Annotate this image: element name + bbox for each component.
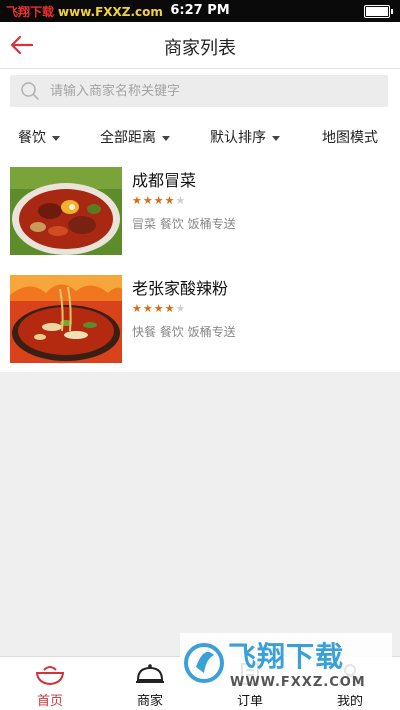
status-time: 6:27 PM: [170, 3, 230, 18]
filter-bar: 餐饮 全部距离 默认排序 地图模式: [0, 117, 400, 157]
battery-icon: [364, 5, 393, 18]
tab-home-label: 首页: [36, 694, 63, 709]
filter-category-label: 餐饮: [18, 130, 46, 146]
merchant-name: 成都冒菜: [132, 171, 197, 190]
tab-home[interactable]: 首页: [0, 657, 100, 710]
app-header: 商家列表: [0, 22, 400, 69]
merchant-tags: 冒菜 餐饮 饭桶专送: [132, 217, 236, 231]
star-empty-icon: ★: [175, 194, 187, 207]
star-filled-icon: ★: [142, 194, 154, 207]
filter-distance[interactable]: 全部距离: [100, 127, 170, 147]
search-box: [10, 75, 388, 107]
cloche-icon: [136, 664, 164, 683]
star-filled-icon: ★: [153, 194, 165, 207]
watermark-title: 飞翔下载: [228, 640, 345, 673]
merchant-thumbnail: [10, 167, 122, 255]
maocai-dish-image: [10, 167, 122, 255]
bowl-icon: [35, 666, 65, 686]
map-mode-label: 地图模式: [322, 130, 378, 146]
caret-down-icon: [272, 135, 280, 141]
site-watermark: 飞翔下载 WWW.FXXZ.COM: [180, 633, 392, 695]
merchant-thumbnail: [10, 275, 122, 363]
star-filled-icon: ★: [132, 302, 143, 315]
merchant-name: 老张家酸辣粉: [132, 279, 229, 298]
merchant-item-suanlafen[interactable]: 老张家酸辣粉 ★★★★★ 快餐 餐饮 饭桶专送: [0, 265, 400, 369]
filter-distance-label: 全部距离: [100, 130, 156, 146]
star-filled-icon: ★: [132, 194, 143, 207]
filter-sort[interactable]: 默认排序: [210, 127, 280, 147]
status-bar: 飞翔下载 www.FXXZ.com 6:27 PM: [0, 0, 400, 22]
star-empty-icon: ★: [175, 302, 187, 315]
rating-stars: ★★★★★: [132, 302, 186, 315]
star-filled-icon: ★: [142, 302, 154, 315]
star-filled-icon: ★: [164, 194, 176, 207]
caret-down-icon: [52, 135, 60, 141]
star-filled-icon: ★: [153, 302, 165, 315]
watermark-url: WWW.FXXZ.COM: [230, 675, 366, 690]
search-input[interactable]: [50, 75, 370, 107]
rating-stars: ★★★★★: [132, 194, 186, 207]
merchant-item-chengdu-maocai[interactable]: 成都冒菜 ★★★★★ 冒菜 餐饮 饭桶专送: [0, 157, 400, 261]
filter-category[interactable]: 餐饮: [18, 127, 60, 147]
map-mode-button[interactable]: 地图模式: [322, 127, 378, 147]
merchant-tags: 快餐 餐饮 饭桶专送: [132, 325, 236, 339]
star-filled-icon: ★: [164, 302, 176, 315]
watermark-logo-icon: [184, 643, 224, 683]
search-icon: [21, 82, 39, 100]
suanlafen-dish-image: [10, 275, 122, 363]
caret-down-icon: [162, 135, 170, 141]
page-title: 商家列表: [164, 38, 236, 59]
search-bar: [0, 69, 400, 117]
filter-sort-label: 默认排序: [210, 130, 266, 146]
merchant-list: 成都冒菜 ★★★★★ 冒菜 餐饮 饭桶专送 老张家酸辣粉 ★★★★★ 快餐 餐饮…: [0, 157, 400, 372]
